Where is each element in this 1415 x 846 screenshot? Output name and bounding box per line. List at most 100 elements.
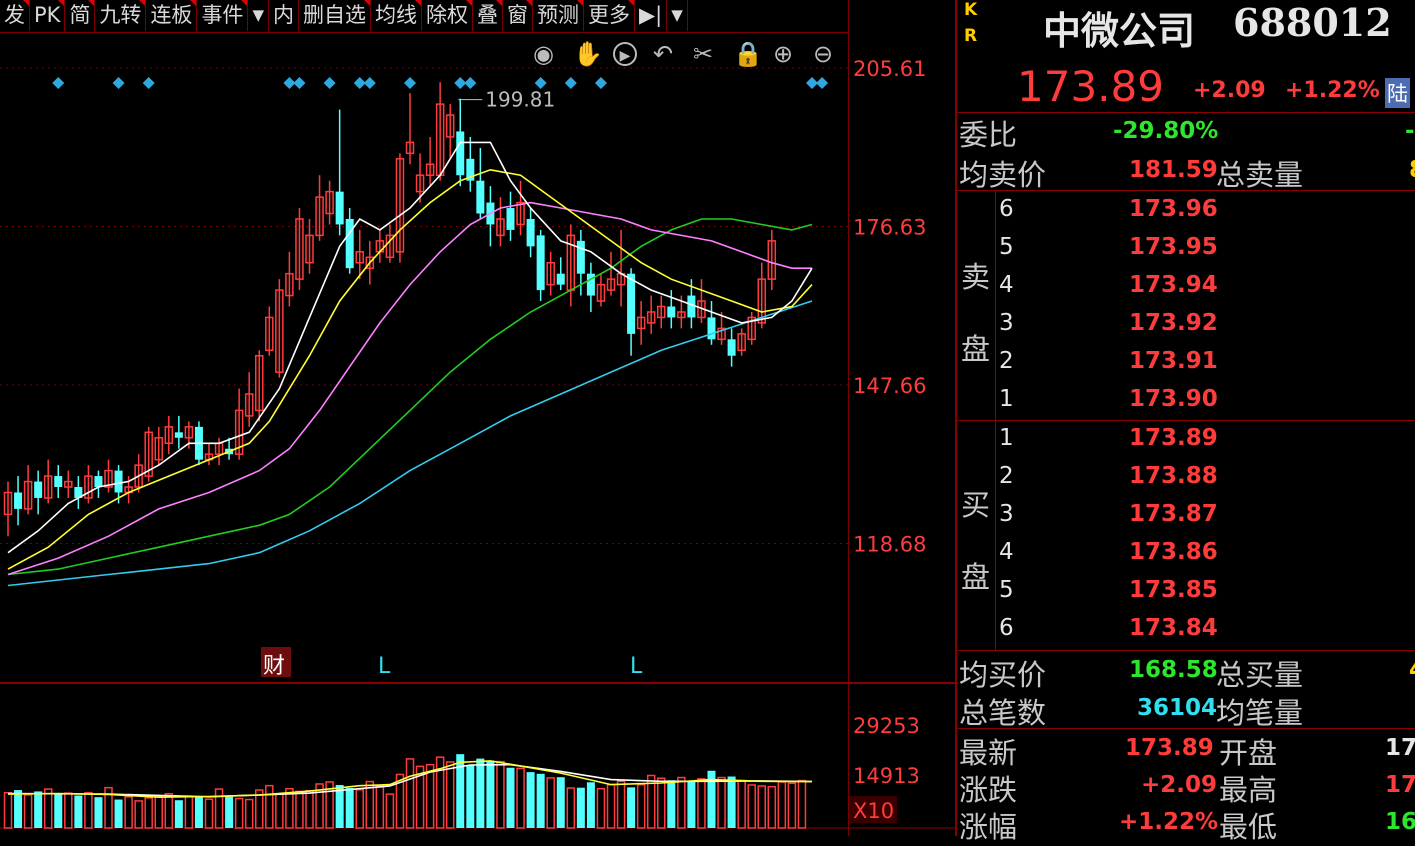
volume-bar[interactable]: [114, 799, 123, 828]
signal-diamond-icon[interactable]: [112, 77, 125, 89]
candle-body[interactable]: [476, 180, 485, 214]
volume-bar[interactable]: [425, 763, 435, 829]
toolbar-button-13[interactable]: 预测: [533, 0, 584, 31]
volume-bar[interactable]: [84, 792, 93, 829]
event-marker-l[interactable]: L: [630, 654, 643, 679]
volume-bar[interactable]: [657, 777, 666, 829]
volume-bar[interactable]: [516, 767, 525, 829]
volume-bar[interactable]: [124, 796, 133, 829]
play-icon[interactable]: ▶: [613, 42, 637, 66]
kline-chart[interactable]: 205.61 176.63 147.66 118.68 29253 14913 X10 199…: [0, 33, 955, 836]
volume-bar[interactable]: [476, 758, 485, 828]
volume-bar[interactable]: [64, 792, 73, 829]
volume-bar[interactable]: [265, 784, 274, 829]
toolbar-button-2[interactable]: 简: [65, 0, 96, 31]
volume-bar[interactable]: [225, 796, 234, 828]
volume-bar[interactable]: [385, 793, 395, 829]
volume-bar[interactable]: [677, 776, 686, 829]
lock-icon[interactable]: 🔒: [733, 40, 763, 68]
candle-body[interactable]: [506, 208, 515, 230]
candle-body[interactable]: [345, 218, 354, 269]
volume-bar[interactable]: [445, 761, 455, 829]
volume-bar[interactable]: [697, 778, 706, 829]
volume-bar[interactable]: [164, 793, 174, 829]
signal-diamond-icon[interactable]: [323, 77, 336, 89]
volume-bar[interactable]: [636, 783, 646, 829]
chart-area[interactable]: 205.61 176.63 147.66 118.68 29253 14913 X10 199…: [0, 33, 955, 836]
volume-bar[interactable]: [134, 800, 143, 829]
volume-bar[interactable]: [74, 795, 83, 828]
signal-diamond-icon[interactable]: [594, 77, 607, 89]
signal-diamond-icon[interactable]: [816, 77, 829, 89]
signal-diamond-icon[interactable]: [564, 77, 577, 89]
candle-body[interactable]: [627, 273, 636, 334]
volume-bar[interactable]: [767, 785, 777, 829]
volume-bar[interactable]: [717, 776, 726, 829]
candle-body[interactable]: [456, 131, 465, 176]
signal-diamond-icon[interactable]: [52, 77, 65, 89]
toolbar-button-10[interactable]: 除权: [422, 0, 473, 31]
volume-bar[interactable]: [214, 788, 224, 829]
volume-bar[interactable]: [204, 798, 214, 829]
volume-bar[interactable]: [194, 796, 203, 828]
toolbar-button-3[interactable]: 九转: [95, 0, 147, 31]
toolbar-button-9[interactable]: 均线: [371, 0, 422, 31]
toolbar-button-14[interactable]: 更多: [584, 0, 635, 31]
volume-bar[interactable]: [496, 760, 505, 829]
signal-diamond-icon[interactable]: [142, 77, 155, 89]
eye-icon[interactable]: ◉: [533, 40, 554, 68]
zoom-out-icon[interactable]: ⊖: [813, 40, 833, 68]
volume-bar[interactable]: [295, 790, 304, 829]
candle-body[interactable]: [727, 339, 736, 356]
undo-icon[interactable]: ↶: [653, 40, 673, 68]
zoom-in-icon[interactable]: ⊕: [773, 40, 793, 68]
volume-bar[interactable]: [777, 781, 787, 829]
volume-bar[interactable]: [466, 765, 475, 828]
toolbar-button-16[interactable]: ▼: [667, 0, 688, 31]
toolbar-button-7[interactable]: 内: [269, 0, 299, 31]
volume-bar[interactable]: [456, 754, 465, 828]
volume-bar[interactable]: [566, 787, 576, 829]
candle-body[interactable]: [94, 476, 103, 488]
volume-bar[interactable]: [375, 785, 385, 829]
volume-bar[interactable]: [616, 780, 626, 829]
candle-body[interactable]: [707, 317, 716, 340]
toolbar-button-6[interactable]: ▼: [248, 0, 269, 31]
candle-body[interactable]: [667, 306, 676, 318]
volume-bar[interactable]: [54, 794, 63, 828]
hk-connect-badge[interactable]: 陆: [1385, 78, 1410, 108]
toolbar-button-11[interactable]: 叠: [473, 0, 503, 31]
volume-bar[interactable]: [787, 782, 797, 829]
volume-bar[interactable]: [586, 782, 595, 828]
volume-bar[interactable]: [3, 792, 13, 829]
volume-bar[interactable]: [355, 788, 364, 829]
toolbar-button-12[interactable]: 窗: [503, 0, 533, 31]
candle-body[interactable]: [34, 481, 43, 498]
toolbar-button-1[interactable]: PK: [30, 0, 66, 31]
candle-body[interactable]: [335, 191, 344, 225]
candle-body[interactable]: [526, 218, 535, 247]
candle-body[interactable]: [576, 240, 585, 274]
volume-bar[interactable]: [797, 779, 807, 829]
volume-bar[interactable]: [345, 788, 354, 828]
candle-body[interactable]: [536, 235, 545, 291]
volume-bar[interactable]: [546, 777, 555, 829]
earnings-marker[interactable]: 财: [263, 654, 285, 679]
toolbar-button-0[interactable]: 发: [0, 0, 30, 31]
toolbar-button-15[interactable]: ▶|: [635, 0, 668, 31]
volume-bar[interactable]: [727, 776, 736, 828]
signal-diamond-icon[interactable]: [464, 77, 477, 89]
toolbar-button-5[interactable]: 事件: [197, 0, 249, 31]
volume-bar[interactable]: [667, 780, 676, 828]
candle-body[interactable]: [556, 273, 565, 285]
volume-bar[interactable]: [184, 795, 194, 829]
volume-bar[interactable]: [174, 800, 183, 828]
signal-diamond-icon[interactable]: [293, 77, 306, 89]
volume-bar[interactable]: [23, 794, 33, 829]
volume-bar[interactable]: [234, 797, 244, 829]
volume-bar[interactable]: [34, 791, 43, 828]
candle-body[interactable]: [114, 470, 123, 493]
candle-body[interactable]: [14, 492, 23, 509]
volume-bar[interactable]: [526, 772, 535, 828]
volume-bar[interactable]: [627, 787, 636, 828]
